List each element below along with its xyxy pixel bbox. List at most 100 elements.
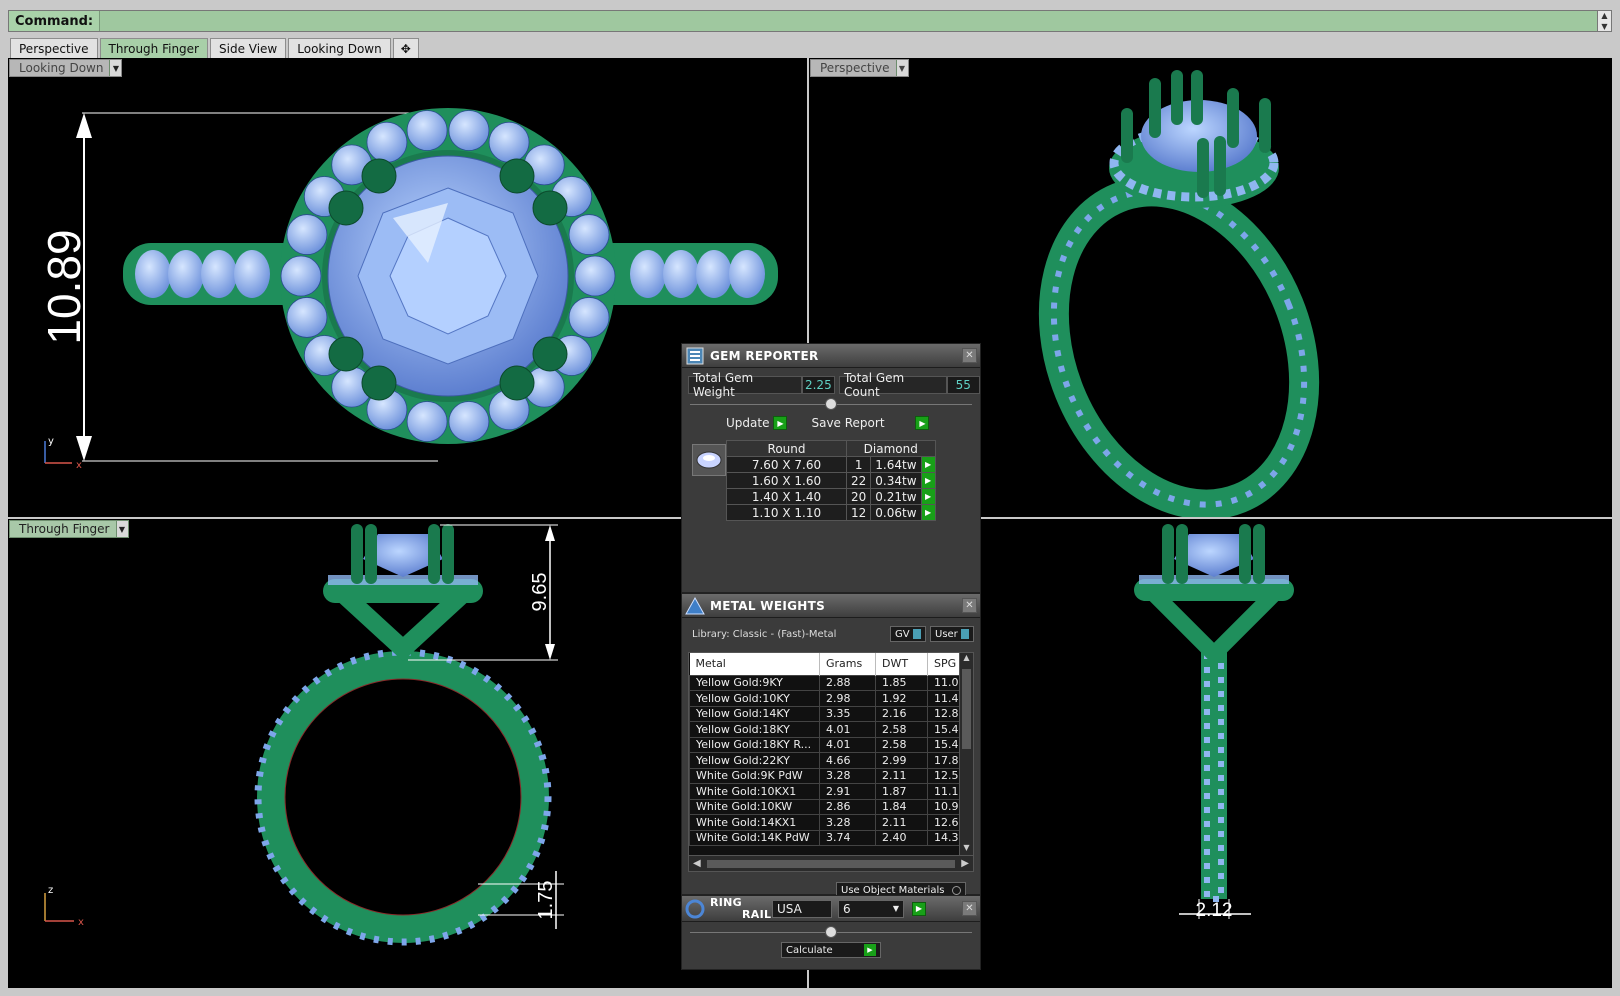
ring-rail-splitter[interactable] — [690, 926, 972, 938]
play-icon[interactable]: ▶ — [920, 504, 936, 521]
use-object-materials-label: Use Object Materials — [841, 884, 945, 896]
gem-row[interactable]: 7.60 X 7.60 1 1.64tw ▶ — [726, 456, 936, 473]
halo-stone — [286, 214, 328, 255]
metal-cell-spg: 12.61 — [927, 814, 961, 831]
chevron-down-icon[interactable]: ▼ — [115, 521, 128, 537]
user-toggle[interactable]: User — [930, 626, 974, 642]
halo-stone — [366, 121, 408, 163]
metal-library-label: Library: Classic - (Fast)-Metal — [692, 628, 837, 640]
axis-label-y: y — [48, 436, 54, 447]
gem-cell-tw: 0.21tw — [870, 488, 922, 505]
metal-cell-spg: 11.08 — [927, 674, 961, 691]
total-gem-weight-value: 2.25 — [801, 376, 836, 394]
metal-table-container[interactable]: Metal Grams DWT SPG Yellow Gold:9KY 2.88 1… — [688, 652, 974, 872]
command-scrollbar[interactable]: ▲ ▼ — [1597, 11, 1611, 31]
metal-cell-dwt: 1.85 — [875, 674, 928, 691]
metal-cell-dwt: 2.40 — [875, 829, 928, 846]
metal-row[interactable]: Yellow Gold:18KY4.012.5815.41 — [689, 721, 961, 738]
viewport-label-through-finger[interactable]: Through Finger ▼ — [9, 520, 129, 538]
save-report-button[interactable]: Save Report ▶ — [811, 414, 930, 432]
metal-row[interactable]: Yellow Gold:10KY2.981.9211.45 — [689, 690, 961, 707]
chevron-down-icon[interactable]: ▼ — [893, 904, 899, 913]
tab-looking-down[interactable]: Looking Down — [288, 38, 391, 58]
halo-stone — [406, 110, 448, 151]
metal-table-hscrollbar[interactable]: ◀ ▶ — [689, 855, 973, 871]
dimension-label-band-thickness: 1.75 — [535, 881, 557, 920]
metal-row[interactable]: White Gold:9K PdW3.282.1112.59 — [689, 767, 961, 784]
gem-cell-tw: 1.64tw — [870, 456, 922, 473]
gem-reporter-splitter[interactable] — [690, 398, 972, 410]
command-input[interactable] — [100, 11, 1597, 31]
gem-table: Round Diamond 7.60 X 7.60 1 1.64tw ▶ 1.60 X 1… — [726, 440, 936, 521]
metal-cell-grams: 2.86 — [819, 798, 876, 815]
ring-size-country-input[interactable]: USA — [772, 899, 832, 918]
chevron-down-icon[interactable]: ▼ — [895, 60, 908, 76]
metal-cell-dwt: 2.99 — [875, 752, 928, 769]
scroll-left-icon[interactable]: ◀ — [693, 858, 701, 869]
update-button[interactable]: Update ▶ — [726, 414, 788, 432]
metal-table-viewport: Metal Grams DWT SPG Yellow Gold:9KY 2.88 1… — [689, 653, 961, 857]
chevron-down-icon[interactable]: ▼ — [109, 60, 122, 76]
metal-col-dwt[interactable]: DWT — [875, 653, 928, 675]
metal-row[interactable]: White Gold:14K PdW3.742.4014.37 — [689, 829, 961, 846]
metal-table-vscrollbar[interactable]: ▲ ▼ — [959, 653, 973, 857]
play-icon[interactable]: ▶ — [920, 472, 936, 489]
gem-table-area: Round Diamond 7.60 X 7.60 1 1.64tw ▶ 1.60 X 1… — [692, 440, 980, 521]
total-gem-count-value: 55 — [946, 376, 980, 394]
close-icon[interactable]: ✕ — [962, 598, 977, 613]
hscroll-thumb[interactable] — [706, 859, 956, 868]
gv-label: GV — [895, 628, 910, 640]
viewport-label-perspective[interactable]: Perspective ▼ — [810, 59, 909, 77]
gem-reporter-header[interactable]: GEM REPORTER ✕ — [682, 344, 980, 368]
scroll-up-icon[interactable]: ▲ — [960, 653, 973, 667]
metal-row[interactable]: White Gold:10KX12.911.8711.18 — [689, 783, 961, 800]
play-icon[interactable]: ▶ — [915, 416, 930, 430]
metal-row[interactable]: White Gold:10KW2.861.8410.99 — [689, 798, 961, 815]
play-icon[interactable]: ▶ — [912, 901, 926, 916]
ring-rail-go-button[interactable]: ▶ — [908, 900, 926, 918]
calculate-button[interactable]: Calculate ▶ — [781, 942, 881, 958]
metal-row[interactable]: Yellow Gold:22KY4.662.9917.89 — [689, 752, 961, 769]
halo-stone — [286, 297, 328, 338]
metal-cell-grams: 3.74 — [819, 829, 876, 846]
metal-cell-metal: Yellow Gold:10KY — [689, 690, 820, 707]
ring-rail-title-line1: RING — [710, 895, 742, 909]
splitter-handle[interactable] — [825, 926, 837, 938]
splitter-handle[interactable] — [825, 398, 837, 410]
tab-side-view[interactable]: Side View — [210, 38, 287, 58]
play-icon[interactable]: ▶ — [864, 944, 876, 956]
tab-perspective[interactable]: Perspective — [10, 38, 98, 58]
scroll-up-icon[interactable]: ▲ — [1601, 11, 1607, 20]
viewport-label-looking-down[interactable]: Looking Down ▼ — [9, 59, 123, 77]
metal-row[interactable]: Yellow Gold:18KY R...4.012.5815.41 — [689, 736, 961, 753]
close-icon[interactable]: ✕ — [962, 348, 977, 363]
metal-row[interactable]: Yellow Gold:9KY2.881.8511.08 — [689, 674, 961, 691]
tab-through-finger[interactable]: Through Finger — [99, 38, 208, 58]
metal-weights-panel: METAL WEIGHTS ✕ Library: Classic - (Fast… — [681, 593, 981, 898]
gem-reporter-title: GEM REPORTER — [710, 348, 819, 363]
gv-toggle[interactable]: GV — [890, 626, 926, 642]
gem-row[interactable]: 1.40 X 1.40 20 0.21tw ▶ — [726, 488, 936, 505]
scroll-right-icon[interactable]: ▶ — [961, 858, 969, 869]
scroll-down-icon[interactable]: ▼ — [1601, 22, 1607, 31]
add-tab-button[interactable]: ✥ — [392, 38, 419, 58]
metal-weights-header[interactable]: METAL WEIGHTS ✕ — [682, 594, 980, 618]
metal-row[interactable]: Yellow Gold:14KY3.352.1612.88 — [689, 705, 961, 722]
gem-row[interactable]: 1.60 X 1.60 22 0.34tw ▶ — [726, 472, 936, 489]
metal-col-spg[interactable]: SPG — [927, 653, 961, 675]
halo-stone — [448, 110, 490, 151]
ring-size-select[interactable]: 6 ▼ — [838, 899, 904, 918]
metal-cell-grams: 4.66 — [819, 752, 876, 769]
close-icon[interactable]: ✕ — [962, 901, 977, 916]
gem-row[interactable]: 1.10 X 1.10 12 0.06tw ▶ — [726, 504, 936, 521]
play-icon[interactable]: ▶ — [920, 488, 936, 505]
play-icon[interactable]: ▶ — [920, 456, 936, 473]
metal-row[interactable]: White Gold:14KX13.282.1112.61 — [689, 814, 961, 831]
scroll-thumb[interactable] — [962, 669, 971, 749]
play-icon[interactable]: ▶ — [773, 416, 788, 430]
ring-rail-header: RING RAIL USA 6 ▼ ▶ ✕ — [682, 896, 980, 922]
metal-col-grams[interactable]: Grams — [819, 653, 876, 675]
metal-cell-spg: 11.18 — [927, 783, 961, 800]
metal-col-name[interactable]: Metal — [689, 653, 820, 675]
metal-cell-grams: 2.98 — [819, 690, 876, 707]
